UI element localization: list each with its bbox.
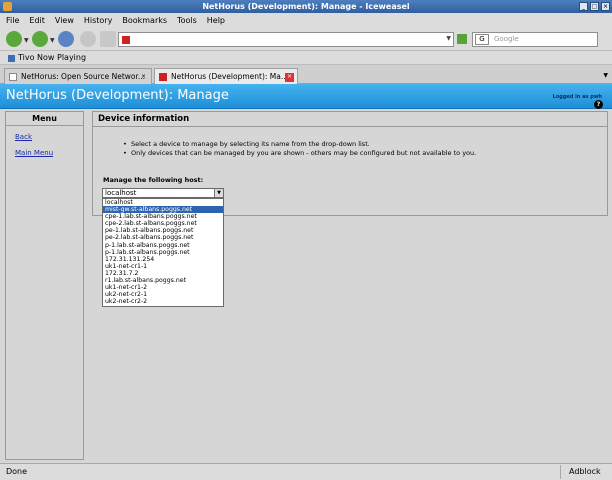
menu-panel: Menu Back Main Menu xyxy=(5,111,84,460)
instructions-list: Select a device to manage by selecting i… xyxy=(123,140,476,158)
host-option[interactable]: uk1-net-cr1-1 xyxy=(103,263,223,270)
maximize-icon[interactable]: □ xyxy=(590,2,599,11)
search-bar[interactable]: G Google xyxy=(472,32,598,47)
url-bar[interactable]: ▼ xyxy=(118,32,454,47)
host-select[interactable]: localhost ▼ xyxy=(102,188,224,198)
host-option[interactable]: 172.31.7.2 xyxy=(103,270,223,277)
main-menu-link[interactable]: Main Menu xyxy=(15,149,53,157)
host-dropdown-list: localhost mist-gw.st-albans.poggs.net cpe-… xyxy=(102,198,224,307)
instruction-item: Only devices that can be managed by you … xyxy=(123,149,476,158)
login-status[interactable]: Logged in as pwh xyxy=(553,94,602,100)
host-option[interactable]: cpe-2.lab.st-albans.poggs.net xyxy=(103,220,223,227)
menu-edit[interactable]: Edit xyxy=(29,16,45,25)
host-option[interactable]: pe-1.lab.st-albans.poggs.net xyxy=(103,227,223,234)
window-titlebar: NetHorus (Development): Manage - Iceweas… xyxy=(0,0,612,13)
back-history-dropdown-icon[interactable]: ▼ xyxy=(24,37,29,44)
host-option[interactable]: uk2-net-cr2-1 xyxy=(103,291,223,298)
host-option[interactable]: pe-2.lab.st-albans.poggs.net xyxy=(103,234,223,241)
menu-view[interactable]: View xyxy=(55,16,74,25)
search-engine-icon[interactable]: G xyxy=(475,34,489,45)
window-controls: _ □ × xyxy=(579,2,610,11)
status-bar: Done Adblock xyxy=(0,463,612,480)
panel-heading: Device information xyxy=(93,112,607,127)
status-text: Done xyxy=(6,467,28,476)
host-option[interactable]: mist-gw.st-albans.poggs.net xyxy=(103,206,223,214)
window-title: NetHorus (Development): Manage - Iceweas… xyxy=(202,2,410,11)
home-icon[interactable] xyxy=(100,31,116,47)
search-placeholder: Google xyxy=(494,35,519,43)
site-favicon-icon xyxy=(122,36,130,44)
close-tab-icon[interactable]: × xyxy=(139,73,148,82)
minimize-icon[interactable]: _ xyxy=(579,2,588,11)
navigation-toolbar: ▼ ▼ ▼ G Google xyxy=(0,27,612,51)
app-icon xyxy=(3,2,12,11)
back-arrow-icon[interactable] xyxy=(6,31,22,47)
menu-tools[interactable]: Tools xyxy=(177,16,197,25)
host-option[interactable]: p-1.lab.st-albans.poggs.net xyxy=(103,242,223,249)
status-divider xyxy=(560,465,561,479)
host-option[interactable]: localhost xyxy=(103,199,223,206)
help-icon[interactable]: ? xyxy=(594,100,603,109)
tab-open-source[interactable]: NetHorus: Open Source Networ... × xyxy=(4,68,152,84)
host-option[interactable]: 172.31.131.254 xyxy=(103,256,223,263)
stop-icon[interactable] xyxy=(80,31,96,47)
host-option[interactable]: p-1.lab.st-albans.poggs.net xyxy=(103,249,223,256)
close-icon[interactable]: × xyxy=(601,2,610,11)
host-option[interactable]: uk2-net-cr2-2 xyxy=(103,298,223,305)
menu-heading: Menu xyxy=(6,112,83,126)
page-icon xyxy=(9,73,17,81)
manage-host-label: Manage the following host: xyxy=(103,176,204,184)
page-title: NetHorus (Development): Manage xyxy=(6,88,229,103)
host-option[interactable]: r1.lab.st-albans.poggs.net xyxy=(103,277,223,284)
site-favicon-icon xyxy=(159,73,167,81)
host-option[interactable]: uk1-net-cr1-2 xyxy=(103,284,223,291)
chevron-down-icon[interactable]: ▼ xyxy=(214,189,223,197)
close-tab-icon[interactable]: × xyxy=(285,73,294,82)
menu-help[interactable]: Help xyxy=(207,16,225,25)
bookmarks-toolbar: Tivo Now Playing xyxy=(0,51,612,65)
tab-manage[interactable]: NetHorus (Development): Ma... × xyxy=(154,68,298,84)
url-dropdown-icon[interactable]: ▼ xyxy=(446,35,451,42)
bookmark-icon xyxy=(8,55,15,62)
tab-label: NetHorus (Development): Ma... xyxy=(171,72,288,81)
forward-arrow-icon[interactable] xyxy=(32,31,48,47)
page-content: Menu Back Main Menu Device information S… xyxy=(0,109,612,463)
host-option[interactable]: cpe-1.lab.st-albans.poggs.net xyxy=(103,213,223,220)
menu-bar: File Edit View History Bookmarks Tools H… xyxy=(0,13,612,27)
adblock-button[interactable]: Adblock xyxy=(569,467,601,476)
back-link[interactable]: Back xyxy=(15,133,32,141)
menu-history[interactable]: History xyxy=(84,16,112,25)
go-icon[interactable] xyxy=(457,34,467,44)
forward-history-dropdown-icon[interactable]: ▼ xyxy=(50,37,55,44)
bookmark-tivo[interactable]: Tivo Now Playing xyxy=(18,53,86,62)
tab-strip: NetHorus: Open Source Networ... × NetHor… xyxy=(0,65,612,84)
menu-bookmarks[interactable]: Bookmarks xyxy=(122,16,167,25)
menu-file[interactable]: File xyxy=(6,16,19,25)
page-header: NetHorus (Development): Manage Logged in… xyxy=(0,84,612,109)
selected-host: localhost xyxy=(105,189,137,197)
reload-icon[interactable] xyxy=(58,31,74,47)
instruction-item: Select a device to manage by selecting i… xyxy=(123,140,476,149)
tab-label: NetHorus: Open Source Networ... xyxy=(21,72,146,81)
tab-list-icon[interactable]: ▼ xyxy=(603,72,608,79)
